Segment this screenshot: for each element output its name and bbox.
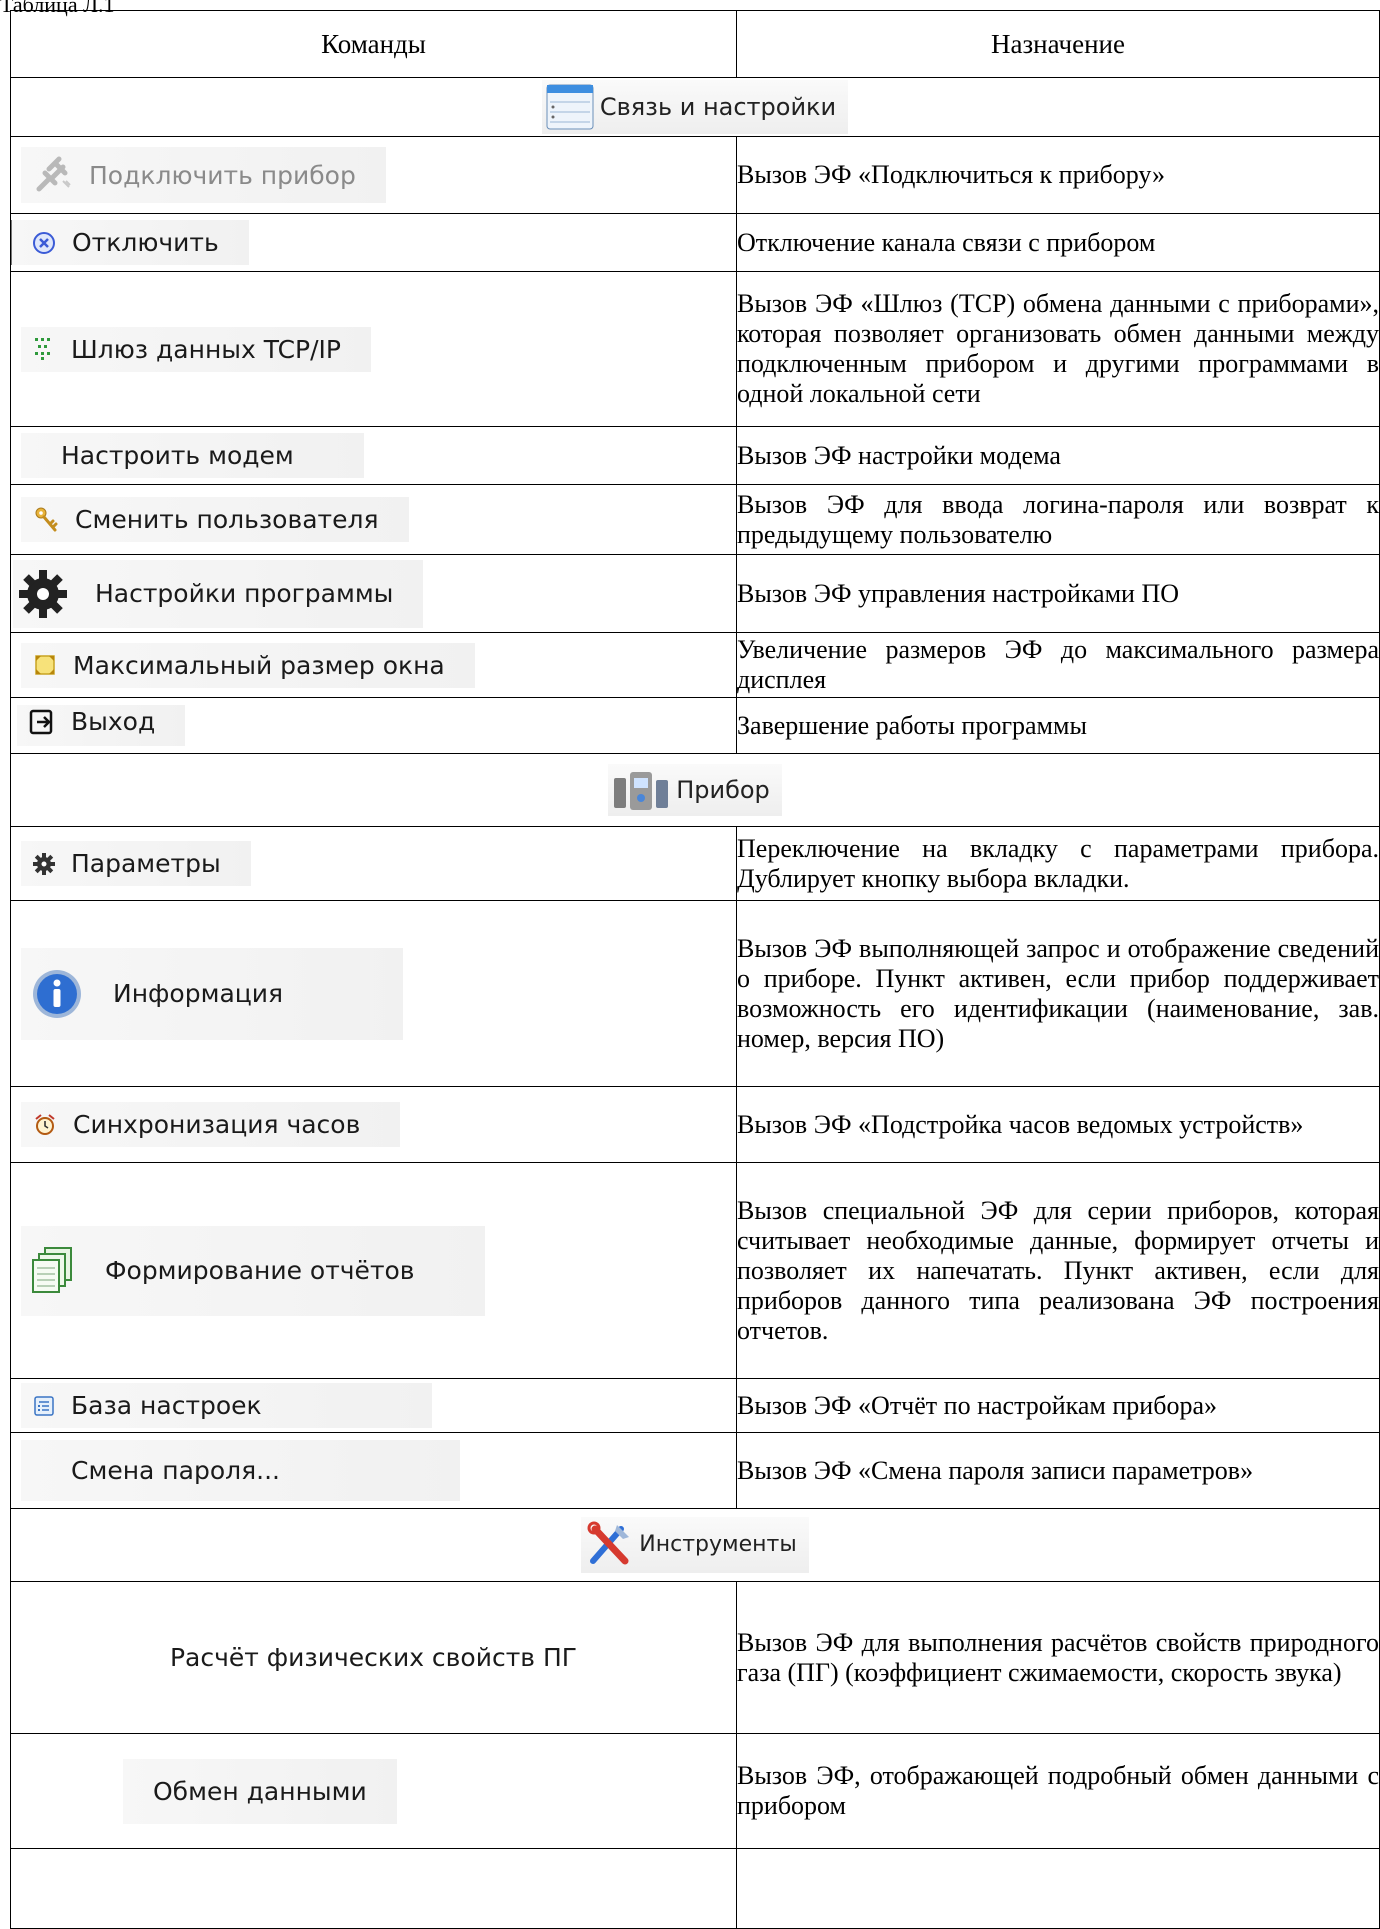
- close-circle-icon: [33, 231, 55, 254]
- connect-device-button[interactable]: Подключить прибор: [21, 147, 386, 203]
- command-label: Настройки программы: [95, 579, 394, 608]
- purpose-text: Вызов ЭФ для выполнения расчётов свойств…: [736, 1581, 1380, 1734]
- information-button[interactable]: Информация: [21, 947, 404, 1040]
- change-password-button[interactable]: Смена пароля...: [21, 1440, 460, 1501]
- command-label: База настроек: [71, 1391, 262, 1420]
- purpose-text: Отключение канала связи с прибором: [736, 213, 1380, 272]
- settings-base-button[interactable]: База настроек: [21, 1383, 432, 1428]
- section-label-tools[interactable]: Инструменты: [581, 1516, 809, 1573]
- switch-user-button[interactable]: Сменить пользователя: [21, 497, 409, 542]
- reports-button[interactable]: Формирование отчётов: [21, 1225, 485, 1316]
- command-label: Обмен данными: [153, 1776, 367, 1806]
- command-label: Настроить модем: [61, 441, 294, 470]
- section-title: Инструменты: [639, 1532, 797, 1557]
- maximize-icon: [35, 655, 55, 675]
- empty-command-cell: [10, 1848, 737, 1929]
- command-label: Расчёт физических свойств ПГ: [169, 1643, 577, 1672]
- panel-list-icon: [546, 84, 594, 129]
- settings-base-icon: [34, 1395, 54, 1416]
- section-header-tools: Инструменты: [10, 1508, 1380, 1582]
- purpose-text: Вызов специальной ЭФ для серии приборов,…: [736, 1162, 1380, 1379]
- small-gear-icon: [33, 852, 55, 875]
- device-icon: [614, 771, 669, 810]
- section-label-device[interactable]: Прибор: [608, 763, 782, 816]
- purpose-text: Вызов ЭФ настройки модема: [736, 426, 1380, 485]
- command-label: Шлюз данных TCP/IP: [71, 334, 341, 364]
- exit-button[interactable]: Выход: [17, 705, 186, 746]
- tcp-gateway-button[interactable]: Шлюз данных TCP/IP: [21, 326, 371, 372]
- setup-modem-button[interactable]: Настроить модем: [21, 433, 364, 478]
- exit-icon: [29, 709, 53, 734]
- tools-icon: [587, 1521, 630, 1564]
- command-label: Параметры: [71, 849, 221, 878]
- section-label-connection[interactable]: Связь и настройки: [541, 79, 849, 134]
- purpose-text: Вызов ЭФ «Подстройка часов ведомых устро…: [736, 1086, 1380, 1163]
- command-label: Сменить пользователя: [75, 505, 379, 534]
- keys-icon: [35, 507, 58, 531]
- command-label: Синхронизация часов: [73, 1110, 361, 1139]
- purpose-text: Переключение на вкладку с параметрами пр…: [736, 826, 1380, 901]
- info-icon: [33, 969, 81, 1018]
- clock-sync-icon: [35, 1113, 55, 1135]
- header-commands: Команды: [10, 10, 737, 78]
- clock-sync-button[interactable]: Синхронизация часов: [21, 1102, 401, 1147]
- section-header-connection: Связь и настройки: [10, 77, 1380, 137]
- plug-icon: [36, 156, 71, 192]
- network-gateway-icon: [35, 338, 50, 360]
- section-title: Связь и настройки: [599, 92, 837, 121]
- parameters-button[interactable]: Параметры: [21, 841, 251, 886]
- reports-stack-icon: [32, 1246, 72, 1293]
- purpose-text: Увеличение размеров ЭФ до максимального …: [736, 632, 1380, 698]
- maximize-window-button[interactable]: Максимальный размер окна: [21, 642, 475, 688]
- gas-properties-calc-button[interactable]: Расчёт физических свойств ПГ: [11, 1643, 736, 1672]
- command-label: Максимальный размер окна: [73, 650, 445, 680]
- gear-icon: [19, 569, 67, 618]
- purpose-text: Вызов ЭФ выполняющей запрос и отображени…: [736, 900, 1380, 1087]
- purpose-text: Вызов ЭФ «Подключиться к прибору»: [736, 136, 1380, 214]
- purpose-text: Вызов ЭФ управления настройками ПО: [736, 554, 1380, 633]
- command-label: Подключить прибор: [89, 160, 356, 190]
- purpose-text: Вызов ЭФ «Шлюз (TCP) обмена данными с пр…: [736, 271, 1380, 427]
- purpose-text: Вызов ЭФ «Отчёт по настройкам прибора»: [736, 1378, 1380, 1433]
- command-label: Смена пароля...: [71, 1456, 280, 1485]
- purpose-text: Вызов ЭФ, отображающей подробный обмен д…: [736, 1733, 1380, 1849]
- disconnect-button[interactable]: Отключить: [11, 220, 249, 265]
- empty-purpose-cell: [736, 1848, 1380, 1929]
- section-header-device: Прибор: [10, 753, 1380, 827]
- purpose-text: Вызов ЭФ для ввода логина-пароля или воз…: [736, 484, 1380, 555]
- purpose-text: Вызов ЭФ «Смена пароля записи параметров…: [736, 1432, 1380, 1509]
- command-label: Отключить: [72, 228, 219, 257]
- header-purpose: Назначение: [736, 10, 1380, 78]
- command-label: Выход: [71, 707, 156, 736]
- program-settings-button[interactable]: Настройки программы: [13, 559, 424, 628]
- purpose-text: Завершение работы программы: [736, 697, 1380, 754]
- command-label: Формирование отчётов: [105, 1256, 415, 1285]
- section-title: Прибор: [676, 775, 770, 804]
- data-exchange-button[interactable]: Обмен данными: [123, 1758, 397, 1824]
- command-label: Информация: [113, 979, 284, 1008]
- commands-table: Команды Назначение Связь и настройки Под…: [10, 10, 1380, 1929]
